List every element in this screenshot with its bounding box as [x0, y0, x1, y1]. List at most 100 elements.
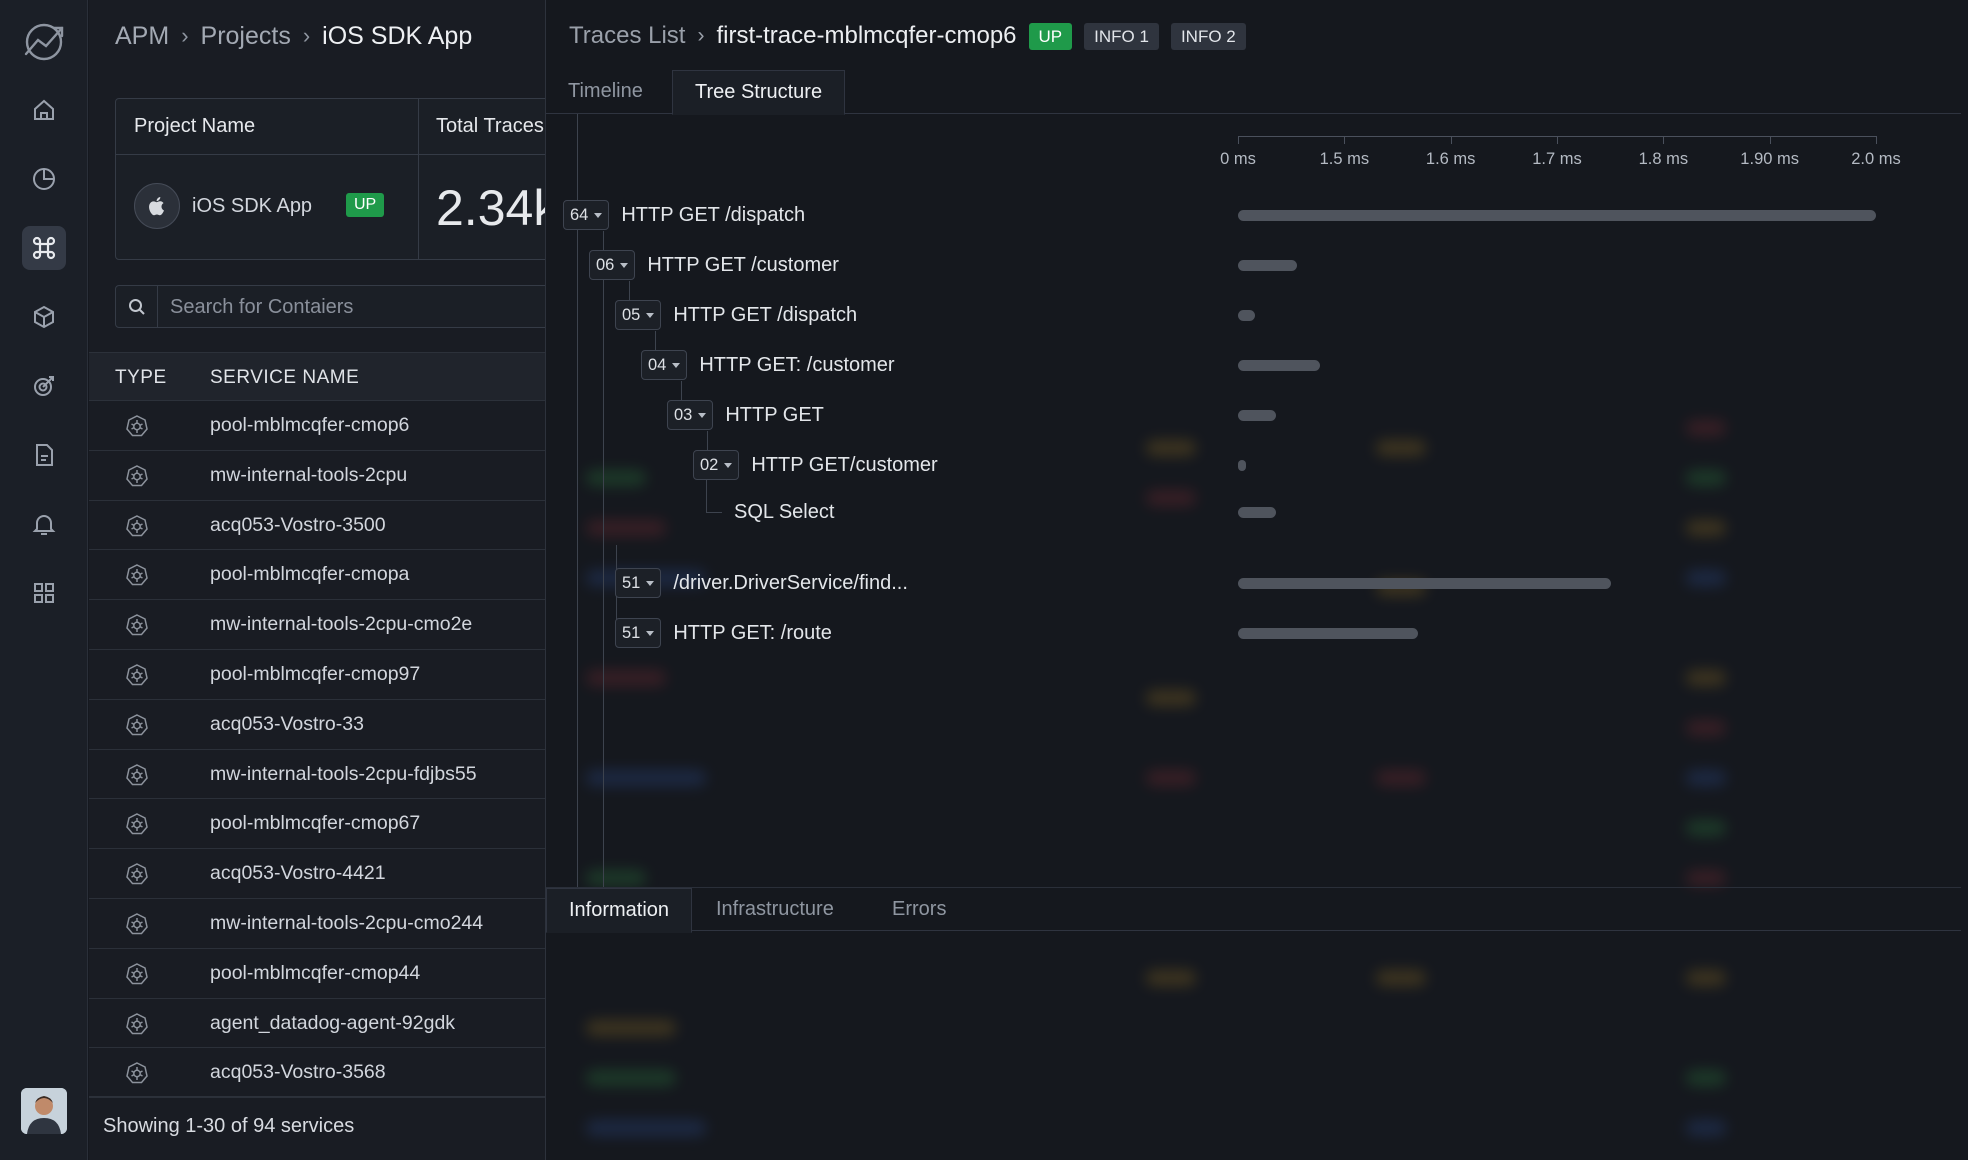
service-name[interactable]: pool-mblmcqfer-cmop44	[210, 962, 420, 985]
tab-infrastructure[interactable]: Infrastructure	[694, 888, 856, 932]
service-name[interactable]: acq053-Vostro-3568	[210, 1061, 386, 1084]
service-name[interactable]: mw-internal-tools-2cpu-fdjbs55	[210, 763, 477, 786]
table-row[interactable]: pool-mblmcqfer-cmop67	[89, 799, 547, 850]
avatar[interactable]	[21, 1088, 67, 1134]
service-name[interactable]: acq053-Vostro-33	[210, 713, 364, 736]
span-count-dropdown[interactable]: 02	[693, 450, 740, 480]
table-row[interactable]: pool-mblmcqfer-cmopa	[89, 550, 547, 601]
table-row[interactable]: acq053-Vostro-4421	[89, 849, 547, 899]
span-count-dropdown[interactable]: 03	[667, 400, 714, 430]
axis-tick-label: 2.0 ms	[1851, 150, 1901, 168]
service-name[interactable]: pool-mblmcqfer-cmop6	[210, 414, 409, 437]
search-box	[115, 285, 575, 328]
span-count-dropdown[interactable]: 06	[589, 250, 636, 280]
project-name[interactable]: iOS SDK App	[192, 195, 312, 218]
span-duration-bar[interactable]	[1238, 210, 1876, 221]
cube-icon[interactable]	[22, 295, 66, 339]
span-duration-bar[interactable]	[1238, 360, 1320, 371]
breadcrumb-current: iOS SDK App	[322, 21, 473, 50]
span-label: HTTP GET /customer	[647, 253, 839, 276]
breadcrumb-projects[interactable]: Projects	[201, 22, 291, 51]
info-tag-2[interactable]: INFO 2	[1170, 22, 1246, 50]
service-name[interactable]: mw-internal-tools-2cpu-cmo2e	[210, 613, 472, 636]
column-type[interactable]: TYPE	[115, 367, 167, 389]
tree-node[interactable]: 51 HTTP GET: /route	[615, 618, 832, 648]
table-row[interactable]: pool-mblmcqfer-cmop97	[89, 650, 547, 700]
view-tabs: Timeline Tree Structure	[546, 70, 1961, 115]
span-duration-bar[interactable]	[1238, 628, 1418, 639]
span-duration-bar[interactable]	[1238, 460, 1246, 471]
service-name[interactable]: mw-internal-tools-2cpu-cmo244	[210, 912, 483, 935]
table-row[interactable]: pool-mblmcqfer-cmop44	[89, 949, 547, 999]
grid-icon[interactable]	[22, 571, 66, 615]
table-row[interactable]: acq053-Vostro-33	[89, 700, 547, 750]
table-row[interactable]: agent_datadog-agent-92gdk	[89, 999, 547, 1049]
service-name[interactable]: agent_datadog-agent-92gdk	[210, 1012, 455, 1035]
tab-information[interactable]: Information	[546, 888, 693, 933]
kubernetes-icon	[125, 464, 149, 488]
tree-connector	[603, 231, 604, 887]
span-label: HTTP GET /dispatch	[673, 303, 858, 326]
breadcrumb-traces-list[interactable]: Traces List	[569, 22, 685, 50]
axis-tick	[1344, 136, 1346, 144]
document-icon[interactable]	[22, 433, 66, 477]
service-name[interactable]: acq053-Vostro-4421	[210, 862, 386, 885]
span-label: HTTP GET: /route	[673, 621, 832, 644]
table-row[interactable]: mw-internal-tools-2cpu	[89, 451, 547, 501]
service-name[interactable]: mw-internal-tools-2cpu	[210, 464, 407, 487]
span-count-dropdown[interactable]: 64	[563, 200, 610, 230]
span-duration-bar[interactable]	[1238, 310, 1256, 321]
table-row[interactable]: acq053-Vostro-3500	[89, 501, 547, 551]
table-row[interactable]: mw-internal-tools-2cpu-fdjbs55	[89, 750, 547, 800]
span-count-dropdown[interactable]: 05	[615, 300, 662, 330]
span-duration-bar[interactable]	[1238, 260, 1297, 271]
tree-node[interactable]: 51/driver.DriverService/find...	[615, 568, 908, 598]
table-row[interactable]: mw-internal-tools-2cpu-cmo244	[89, 899, 547, 949]
tree-node[interactable]: 03 HTTP GET	[667, 400, 824, 430]
tree-node[interactable]: 05 HTTP GET /dispatch	[615, 300, 857, 330]
caret-down-icon	[620, 262, 629, 268]
time-axis: 0 ms 1.5 ms 1.6 ms 1.7 ms 1.8 ms 1.90 ms 2.0 m…	[1218, 136, 1901, 196]
table-row[interactable]: mw-internal-tools-2cpu-cmo2e	[89, 600, 547, 650]
project-panel: APM › Projects › iOS SDK App Project Nam…	[89, 0, 575, 1160]
bell-icon[interactable]	[22, 502, 66, 546]
service-name[interactable]: pool-mblmcqfer-cmop67	[210, 812, 420, 835]
info-tag-1[interactable]: INFO 1	[1084, 22, 1159, 50]
breadcrumb-apm[interactable]: APM	[115, 22, 169, 51]
caret-down-icon	[646, 580, 655, 586]
table-row[interactable]: pool-mblmcqfer-cmop6	[89, 401, 547, 451]
span-count-dropdown[interactable]: 04	[641, 350, 688, 380]
kubernetes-icon	[125, 862, 149, 886]
table-row[interactable]: acq053-Vostro-3568	[89, 1048, 547, 1099]
service-name[interactable]: acq053-Vostro-3500	[210, 514, 386, 537]
service-name[interactable]: pool-mblmcqfer-cmopa	[210, 563, 409, 586]
command-icon[interactable]	[22, 226, 66, 270]
tab-timeline[interactable]: Timeline	[546, 70, 665, 114]
tree-node[interactable]: SQL Select	[734, 497, 834, 527]
logo-icon[interactable]	[20, 18, 68, 66]
pagination-summary: Showing 1-30 of 94 services	[103, 1115, 355, 1137]
tree-node[interactable]: 04 HTTP GET: /customer	[641, 350, 895, 380]
tab-tree-structure[interactable]: Tree Structure	[672, 70, 846, 115]
tab-errors[interactable]: Errors	[870, 888, 968, 932]
service-name[interactable]: pool-mblmcqfer-cmop97	[210, 663, 420, 686]
span-count-dropdown[interactable]: 51	[615, 618, 662, 648]
services-table-body: pool-mblmcqfer-cmop6 mw-internal-tools-2c…	[89, 401, 547, 1099]
tree-node[interactable]: 02 HTTP GET/customer	[693, 450, 938, 480]
span-duration-bar[interactable]	[1238, 410, 1276, 421]
span-duration-bar[interactable]	[1238, 578, 1612, 589]
table-footer: Showing 1-30 of 94 services	[89, 1096, 547, 1160]
span-count-dropdown[interactable]: 51	[615, 568, 662, 598]
span-count: 02	[700, 455, 719, 474]
tree-node[interactable]: 06 HTTP GET /customer	[589, 250, 839, 280]
pie-chart-icon[interactable]	[22, 157, 66, 201]
search-input[interactable]	[170, 292, 550, 322]
tree-structure-view: 0 ms 1.5 ms 1.6 ms 1.7 ms 1.8 ms 1.90 ms 2.0 m…	[546, 114, 1961, 887]
detail-tabs: Information Infrastructure Errors	[546, 887, 1961, 933]
tree-node[interactable]: 64 HTTP GET /dispatch	[563, 200, 805, 230]
home-icon[interactable]	[22, 88, 66, 132]
nav-rail	[0, 0, 88, 1160]
span-duration-bar[interactable]	[1238, 507, 1276, 518]
target-icon[interactable]	[22, 364, 66, 408]
column-service-name[interactable]: SERVICE NAME	[210, 367, 359, 389]
